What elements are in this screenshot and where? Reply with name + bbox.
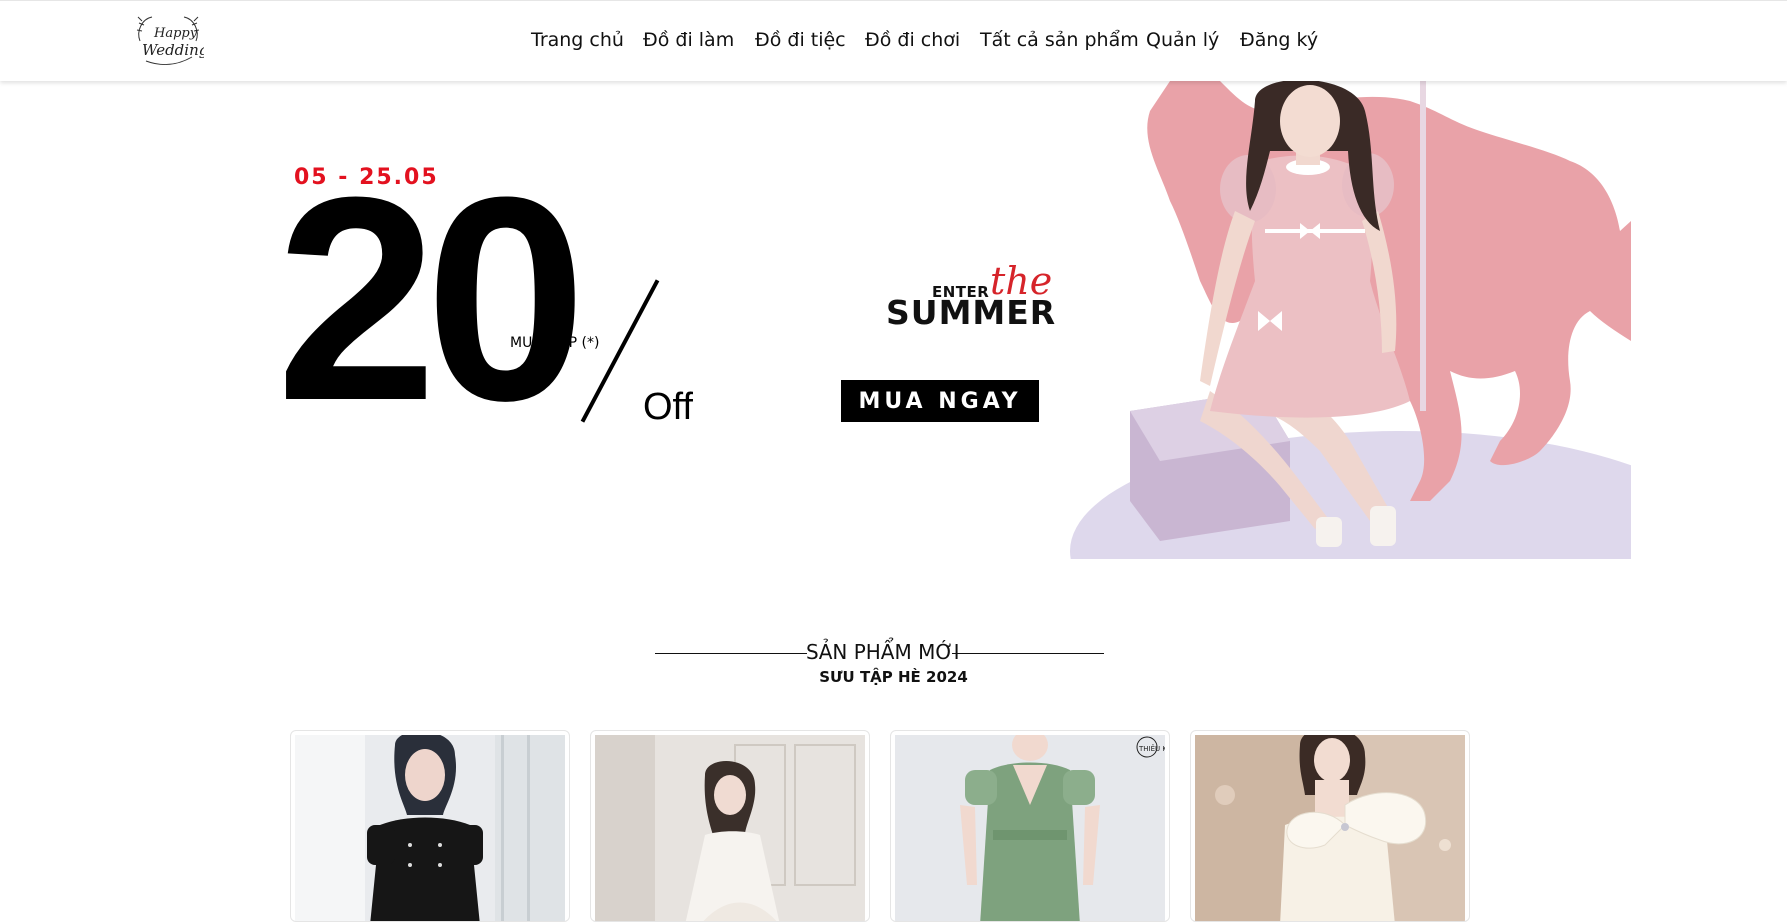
shop-now-button[interactable]: MUA NGAY	[841, 380, 1039, 422]
nav-dang-ky[interactable]: Đăng ký	[1240, 29, 1318, 51]
nav-do-di-tiec[interactable]: Đồ đi tiệc	[755, 29, 846, 51]
product-image-ivory-dress[interactable]	[1195, 735, 1465, 921]
top-navbar: Happy Wedding Trang chủ Đồ đi làm Đồ đi …	[0, 0, 1787, 81]
nav-tat-ca-san-pham[interactable]: Tất cả sản phẩm	[980, 29, 1139, 51]
off-label: Off	[643, 386, 693, 428]
product-image-black-dress[interactable]	[295, 735, 565, 921]
product-card[interactable]	[1190, 730, 1470, 922]
main-menu: Trang chủ Đồ đi làm Đồ đi tiệc Đồ đi chơ…	[0, 1, 1787, 81]
nav-quan-ly[interactable]: Quản lý	[1146, 29, 1219, 51]
nav-trang-chu[interactable]: Trang chủ	[531, 29, 624, 51]
new-products-heading: SẢN PHẨM MỚI	[0, 640, 1787, 664]
discount-number: 20	[276, 137, 587, 461]
hero-model-image	[1070, 81, 1631, 559]
green-card-watermark: THIÊU K	[1138, 744, 1165, 753]
promo-note: MUA 2 SP (*)	[510, 335, 600, 351]
heading-line-left	[655, 653, 807, 654]
nav-do-di-lam[interactable]: Đồ đi làm	[643, 29, 734, 51]
product-card[interactable]: THIÊU K	[890, 730, 1170, 922]
heading-line-right	[952, 653, 1104, 654]
summer-text: SUMMER	[886, 293, 1057, 332]
collection-subtitle: SƯU TẬP HÈ 2024	[819, 668, 968, 686]
hero-banner[interactable]: 05 - 25.05 20 Off MUA 2 SP (*) the ENTER…	[0, 81, 1787, 559]
product-card[interactable]	[590, 730, 870, 922]
product-card[interactable]	[290, 730, 570, 922]
new-products-title: SẢN PHẨM MỚI	[806, 640, 960, 664]
product-image-green-dress[interactable]: THIÊU K	[895, 735, 1165, 921]
nav-do-di-choi[interactable]: Đồ đi chơi	[865, 29, 960, 51]
product-image-white-dress[interactable]	[595, 735, 865, 921]
